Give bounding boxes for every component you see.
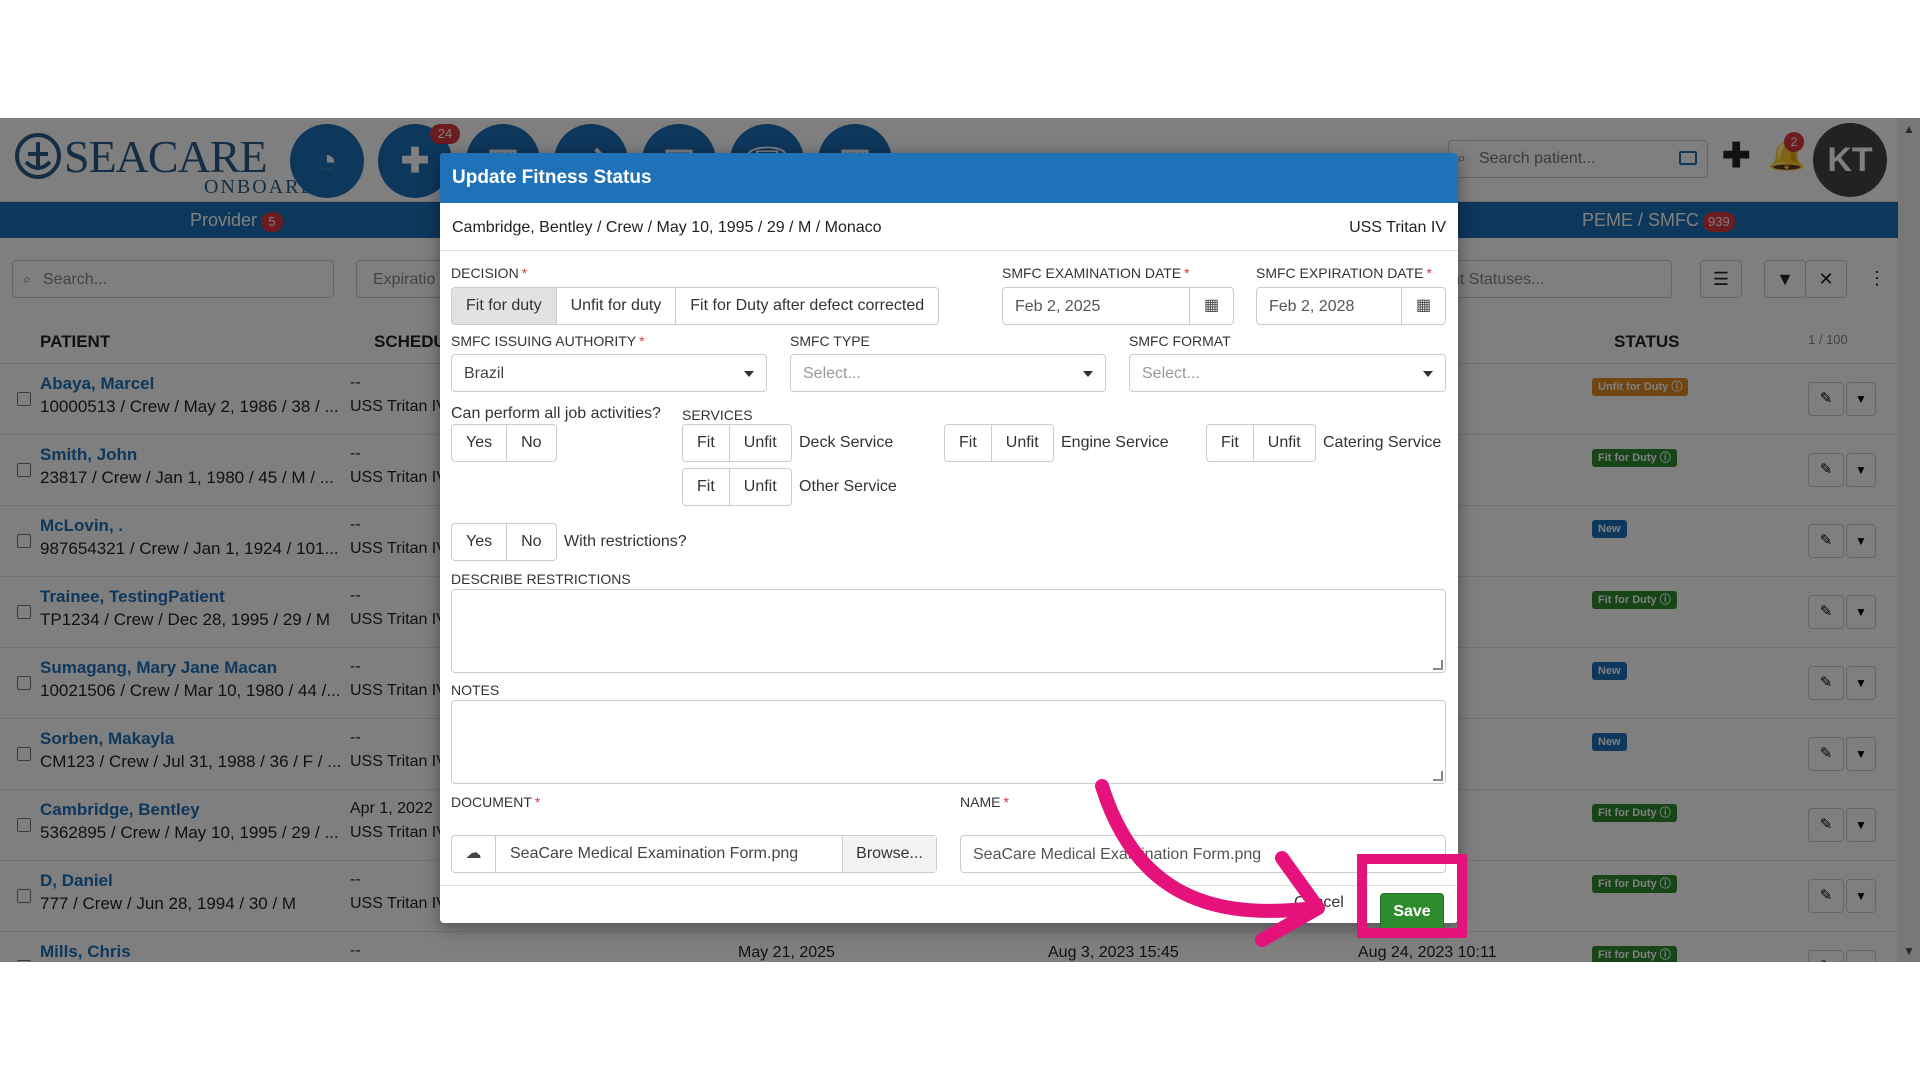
cloud-upload-icon: ☁ — [452, 836, 496, 872]
job-activities-button-group: Yes No — [451, 424, 557, 462]
name-label: NAME * — [960, 794, 1009, 810]
chevron-down-icon — [1423, 371, 1433, 377]
document-upload-field[interactable]: ☁ SeaCare Medical Examination Form.png B… — [451, 835, 937, 873]
smfc-type-select[interactable]: Select... — [790, 354, 1106, 392]
catering-unfit-button[interactable]: Unfit — [1252, 424, 1316, 462]
save-highlight-box — [1357, 854, 1467, 938]
cancel-button[interactable]: Cancel — [1294, 885, 1352, 921]
decision-unfit-button[interactable]: Unfit for duty — [555, 287, 677, 325]
issuing-authority-select[interactable]: Brazil — [451, 354, 767, 392]
deck-fit-button[interactable]: Fit — [682, 424, 730, 462]
smfc-format-placeholder: Select... — [1142, 365, 1200, 382]
issuing-authority-label: SMFC ISSUING AUTHORITY * — [451, 333, 645, 349]
other-service-label: Other Service — [799, 478, 897, 495]
restrictions-question: With restrictions? — [564, 533, 687, 550]
exam-date-input[interactable]: Feb 2, 2025 ▦ — [1002, 287, 1234, 325]
decision-fit-button[interactable]: Fit for duty — [451, 287, 557, 325]
chevron-down-icon — [1083, 371, 1093, 377]
describe-restrictions-label: DESCRIBE RESTRICTIONS — [451, 571, 631, 587]
smfc-format-label: SMFC FORMAT — [1129, 333, 1231, 349]
expiration-date-value: Feb 2, 2028 — [1269, 298, 1355, 315]
deck-unfit-button[interactable]: Unfit — [728, 424, 792, 462]
deck-service-button-group: Fit Unfit — [682, 424, 792, 462]
restrictions-button-group: Yes No — [451, 523, 557, 561]
other-unfit-button[interactable]: Unfit — [728, 468, 792, 506]
expiration-date-label: SMFC EXPIRATION DATE * — [1256, 265, 1432, 281]
resize-handle-icon[interactable] — [1433, 660, 1443, 670]
browse-button[interactable]: Browse... — [842, 836, 936, 872]
document-label: DOCUMENT * — [451, 794, 541, 810]
job-activities-yes-button[interactable]: Yes — [451, 424, 508, 462]
issuing-authority-value: Brazil — [464, 365, 505, 382]
notes-label: NOTES — [451, 682, 500, 698]
screen-viewport: SEACARE ONBOARD ◔ ✚ 24 ▦ ⇄ ▤ ☏ ▥ ⌕ Searc… — [0, 118, 1920, 962]
smfc-format-select[interactable]: Select... — [1129, 354, 1446, 392]
exam-date-label: SMFC EXAMINATION DATE * — [1002, 265, 1190, 281]
smfc-type-label: SMFC TYPE — [790, 333, 870, 349]
engine-service-button-group: Fit Unfit — [944, 424, 1054, 462]
services-label: SERVICES — [682, 407, 753, 423]
other-fit-button[interactable]: Fit — [682, 468, 730, 506]
notes-textarea[interactable] — [451, 700, 1446, 784]
document-file-name: SeaCare Medical Examination Form.png — [510, 845, 799, 862]
calendar-icon[interactable]: ▦ — [1189, 288, 1233, 324]
resize-handle-icon[interactable] — [1433, 771, 1443, 781]
catering-fit-button[interactable]: Fit — [1206, 424, 1254, 462]
expiration-date-input[interactable]: Feb 2, 2028 ▦ — [1256, 287, 1446, 325]
job-activities-no-button[interactable]: No — [506, 424, 557, 462]
describe-restrictions-textarea[interactable] — [451, 589, 1446, 673]
engine-service-label: Engine Service — [1061, 434, 1169, 451]
chevron-down-icon — [744, 371, 754, 377]
decision-fit-after-defect-button[interactable]: Fit for Duty after defect corrected — [675, 287, 940, 325]
update-fitness-status-modal: Update Fitness Status Cambridge, Bentley… — [440, 153, 1458, 923]
patient-info: Cambridge, Bentley / Crew / May 10, 1995… — [452, 219, 882, 236]
catering-service-button-group: Fit Unfit — [1206, 424, 1316, 462]
engine-unfit-button[interactable]: Unfit — [990, 424, 1054, 462]
decision-button-group: Fit for duty Unfit for duty Fit for Duty… — [451, 287, 940, 325]
engine-fit-button[interactable]: Fit — [944, 424, 992, 462]
restrictions-no-button[interactable]: No — [506, 523, 557, 561]
calendar-icon[interactable]: ▦ — [1401, 288, 1445, 324]
vessel-name: USS Tritan IV — [1349, 219, 1446, 236]
exam-date-value: Feb 2, 2025 — [1015, 298, 1101, 315]
decision-label: DECISION * — [451, 265, 528, 281]
patient-info-bar: Cambridge, Bentley / Crew / May 10, 1995… — [440, 203, 1458, 251]
smfc-type-placeholder: Select... — [803, 365, 861, 382]
modal-title: Update Fitness Status — [440, 153, 1458, 203]
deck-service-label: Deck Service — [799, 434, 894, 451]
catering-service-label: Catering Service — [1323, 434, 1442, 451]
job-activities-question: Can perform all job activities? — [451, 405, 661, 422]
other-service-button-group: Fit Unfit — [682, 468, 792, 506]
restrictions-yes-button[interactable]: Yes — [451, 523, 508, 561]
